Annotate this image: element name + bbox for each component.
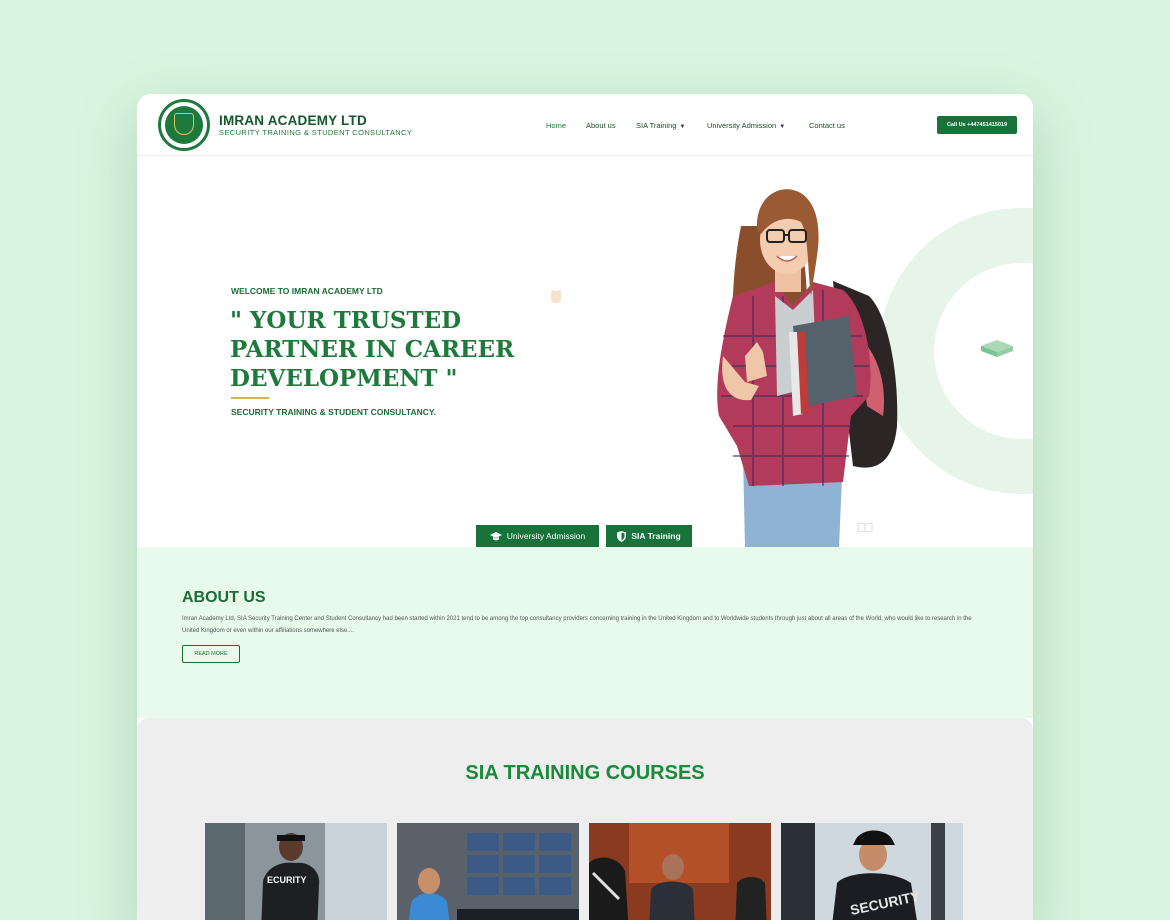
hand-icon bbox=[551, 289, 562, 303]
university-admission-button[interactable]: University Admission bbox=[476, 525, 599, 547]
nav-university-admission[interactable]: University Admission ▼ bbox=[707, 121, 785, 130]
academy-logo-icon[interactable] bbox=[158, 99, 210, 151]
call-us-button[interactable]: Call Us +447451415019 bbox=[937, 116, 1017, 134]
site-header: IMRAN ACADEMY LTD SECURITY TRAINING & ST… bbox=[137, 94, 1033, 156]
hero-section: WELCOME TO IMRAN ACADEMY LTD " YOUR TRUS… bbox=[137, 156, 1033, 547]
nav-sia-training[interactable]: SIA Training ▼ bbox=[636, 121, 685, 130]
hero-subheading: SECURITY TRAINING & STUDENT CONSULTANCY. bbox=[231, 407, 436, 417]
courses-section: SIA TRAINING COURSES ECURITY SECURITY bbox=[137, 718, 1033, 920]
browser-frame: IMRAN ACADEMY LTD SECURITY TRAINING & ST… bbox=[137, 94, 1033, 920]
gold-divider bbox=[231, 397, 269, 399]
course-card-cctv-operator[interactable] bbox=[397, 823, 579, 920]
nav-contact-us[interactable]: Contact us bbox=[809, 121, 845, 130]
books-icon bbox=[981, 340, 1013, 357]
open-book-icon bbox=[857, 522, 873, 532]
graduation-cap-icon bbox=[489, 531, 502, 540]
student-photo bbox=[717, 189, 898, 547]
chevron-down-icon: ▼ bbox=[679, 124, 686, 130]
sia-training-button[interactable]: SIA Training bbox=[606, 525, 692, 547]
about-section: ABOUT US Imran Academy Ltd, SIA Security… bbox=[137, 547, 1033, 718]
hero-headline: " YOUR TRUSTED PARTNER IN CAREER DEVELOP… bbox=[230, 307, 515, 392]
chevron-down-icon: ▼ bbox=[779, 124, 786, 130]
hero-welcome: WELCOME TO IMRAN ACADEMY LTD bbox=[231, 286, 383, 296]
nav-about-us[interactable]: About us bbox=[586, 121, 616, 130]
nav-home[interactable]: Home bbox=[546, 121, 566, 130]
read-more-button[interactable]: READ MORE bbox=[182, 645, 240, 663]
course-card-door-supervisor[interactable] bbox=[589, 823, 771, 920]
brand-subtitle: SECURITY TRAINING & STUDENT CONSULTANCY bbox=[219, 128, 413, 137]
about-description: Imran Academy Ltd, SIA Security Training… bbox=[182, 616, 972, 634]
courses-title: SIA TRAINING COURSES bbox=[465, 762, 705, 784]
brand-title[interactable]: IMRAN ACADEMY LTD bbox=[219, 113, 367, 128]
course-card-security-officer[interactable]: SECURITY bbox=[781, 823, 963, 920]
course-card-security-guard[interactable]: ECURITY bbox=[205, 823, 387, 920]
shield-icon bbox=[617, 530, 627, 542]
svg-text:ECURITY: ECURITY bbox=[267, 875, 307, 885]
about-title: ABOUT US bbox=[182, 589, 266, 606]
